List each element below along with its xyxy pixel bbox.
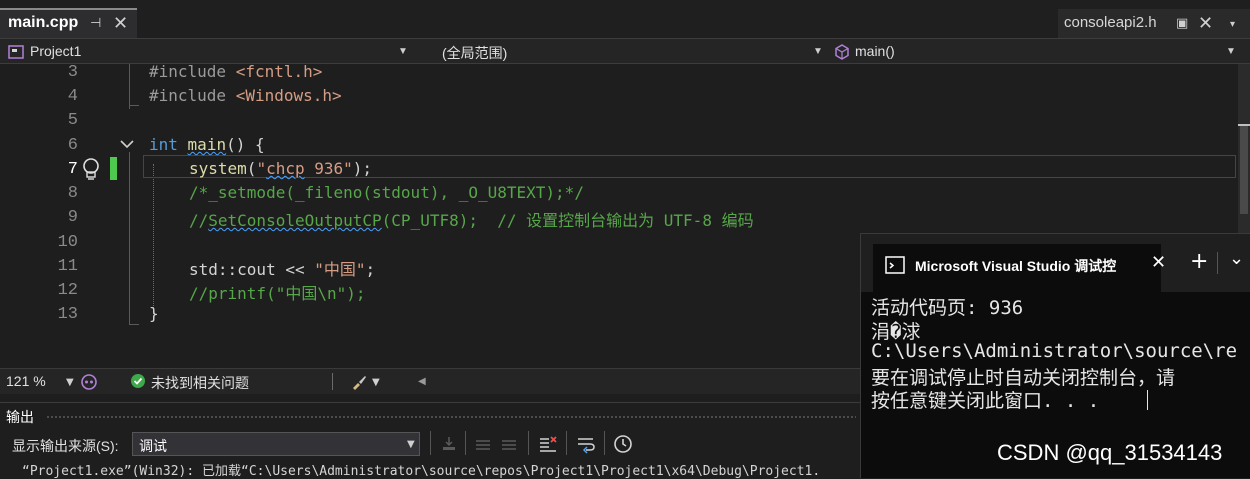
- chevron-down-icon: ▼: [813, 46, 823, 57]
- code-line-7: system("chcp 936");: [189, 159, 373, 178]
- line-number: 11: [57, 257, 78, 276]
- console-line: 活动代码页: 936: [871, 297, 1024, 319]
- pin-icon[interactable]: ▣: [1176, 16, 1188, 31]
- chevron-down-icon: ▼: [398, 46, 408, 57]
- scope-guide: [129, 324, 139, 325]
- scope-name: (全局范围): [442, 45, 508, 61]
- tab-main-cpp[interactable]: main.cpp ⊣ ✕: [0, 8, 137, 38]
- code-line-4: #include <Windows.h>: [149, 86, 342, 105]
- zoom-level[interactable]: 121 %: [6, 373, 46, 389]
- line-number: 8: [67, 184, 78, 203]
- scroll-left-icon[interactable]: ◀: [418, 376, 426, 387]
- line-number: 3: [67, 63, 78, 82]
- code-line-6: int main() {: [149, 135, 265, 154]
- console-tab[interactable]: Microsoft Visual Studio 调试控 ✕: [873, 244, 1166, 292]
- output-source-select[interactable]: 调试 ▼: [132, 432, 420, 456]
- project-name: Project1: [30, 43, 82, 59]
- code-line-8: /*_setmode(_fileno(stdout), _O_U8TEXT);*…: [189, 183, 584, 202]
- code-line-9: //SetConsoleOutputCP(CP_UTF8); // 设置控制台输…: [189, 211, 754, 230]
- divider: [528, 431, 529, 455]
- member-name: main(): [855, 43, 895, 59]
- word-wrap-icon[interactable]: [576, 434, 596, 454]
- find-message-icon[interactable]: [440, 435, 458, 453]
- scope-guide: [129, 152, 130, 324]
- text-cursor: [1147, 390, 1148, 410]
- divider: [604, 431, 605, 455]
- clock-icon[interactable]: [613, 434, 633, 454]
- scope-guide: [129, 64, 130, 109]
- divider: [332, 373, 333, 390]
- project-dropdown[interactable]: Project1 ▼: [8, 41, 411, 61]
- chevron-down-icon: ▼: [407, 439, 415, 450]
- document-tab-bar: main.cpp ⊣ ✕ consoleapi2.h ▣ ✕ ▾: [0, 0, 1250, 38]
- scope-dropdown[interactable]: (全局范围) ▼: [420, 41, 824, 61]
- tab-consoleapi2-h[interactable]: consoleapi2.h ▣ ✕ ▾: [1058, 9, 1250, 38]
- next-message-icon[interactable]: [500, 435, 518, 453]
- method-cube-icon: [835, 44, 849, 60]
- code-line-3: #include <fcntl.h>: [149, 62, 323, 81]
- new-tab-icon[interactable]: +: [1190, 249, 1208, 274]
- divider: [465, 431, 466, 455]
- console-icon: [885, 256, 905, 274]
- line-number: 13: [57, 305, 78, 324]
- output-source-label: 显示输出来源(S):: [12, 438, 119, 454]
- member-dropdown[interactable]: main() ▼: [834, 41, 1238, 61]
- close-icon[interactable]: ✕: [1198, 13, 1213, 34]
- indent-guide: [153, 164, 155, 314]
- tab-overflow-icon[interactable]: ▾: [1230, 19, 1235, 30]
- navigation-bar: Project1 ▼ (全局范围) ▼ main() ▼: [0, 38, 1250, 64]
- line-number: 6: [67, 136, 78, 155]
- output-panel: 输出 显示输出来源(S): 调试 ▼ “Project1.exe”(Win32)…: [0, 402, 862, 479]
- console-title: Microsoft Visual Studio 调试控: [915, 258, 1117, 274]
- close-icon[interactable]: ✕: [1151, 252, 1166, 273]
- console-title-bar: Microsoft Visual Studio 调试控 ✕ + ⌄: [861, 234, 1250, 292]
- chevron-down-icon: ▼: [1226, 46, 1236, 57]
- line-number: 10: [57, 233, 78, 252]
- project-icon: [8, 45, 24, 59]
- line-number: 5: [67, 111, 78, 130]
- clear-all-icon[interactable]: [538, 434, 558, 454]
- vertical-scrollbar[interactable]: [1238, 64, 1250, 234]
- divider: [566, 431, 567, 455]
- output-source-value: 调试: [139, 438, 167, 454]
- chevron-down-icon[interactable]: ▼: [66, 377, 74, 388]
- panel-grip[interactable]: [46, 415, 856, 419]
- tab-label: consoleapi2.h: [1064, 14, 1157, 31]
- divider: [1217, 252, 1218, 274]
- copilot-icon[interactable]: [80, 373, 98, 391]
- editor-status-bar: 121 % ▼ 未找到相关问题 ▼ ◀: [0, 368, 860, 394]
- chevron-down-icon[interactable]: ⌄: [1229, 248, 1244, 269]
- fold-chevron-icon[interactable]: [120, 139, 134, 149]
- check-circle-icon: [131, 374, 145, 388]
- output-log-line: “Project1.exe”(Win32): 已加载“C:\Users\Admi…: [22, 464, 821, 479]
- lightbulb-icon[interactable]: [81, 157, 101, 181]
- issues-status[interactable]: 未找到相关问题: [151, 373, 249, 393]
- pin-icon[interactable]: ⊣: [90, 16, 101, 31]
- line-number: 9: [67, 208, 78, 227]
- scope-guide: [129, 105, 139, 106]
- change-indicator: [110, 157, 117, 180]
- chevron-down-icon[interactable]: ▼: [372, 377, 380, 388]
- scroll-position-marker: [1238, 124, 1250, 126]
- line-number: 12: [57, 281, 78, 300]
- code-line-12: //printf("中国\n");: [189, 284, 366, 303]
- scrollbar-thumb[interactable]: [1240, 124, 1248, 214]
- watermark: CSDN @qq_31534143: [997, 440, 1223, 465]
- code-line-13: }: [149, 304, 159, 323]
- tab-label: main.cpp: [8, 14, 79, 31]
- console-line: C:\Users\Administrator\source\re: [871, 340, 1238, 362]
- close-icon[interactable]: ✕: [113, 13, 128, 34]
- prev-message-icon[interactable]: [474, 435, 492, 453]
- console-line: 按任意键关闭此窗口. . .: [871, 390, 1100, 412]
- line-number: 4: [67, 87, 78, 106]
- brush-icon[interactable]: [350, 373, 368, 391]
- divider: [430, 431, 431, 455]
- code-line-11: std::cout << "中国";: [189, 260, 376, 279]
- output-panel-title: 输出: [6, 409, 34, 425]
- line-number-current: 7: [67, 160, 78, 179]
